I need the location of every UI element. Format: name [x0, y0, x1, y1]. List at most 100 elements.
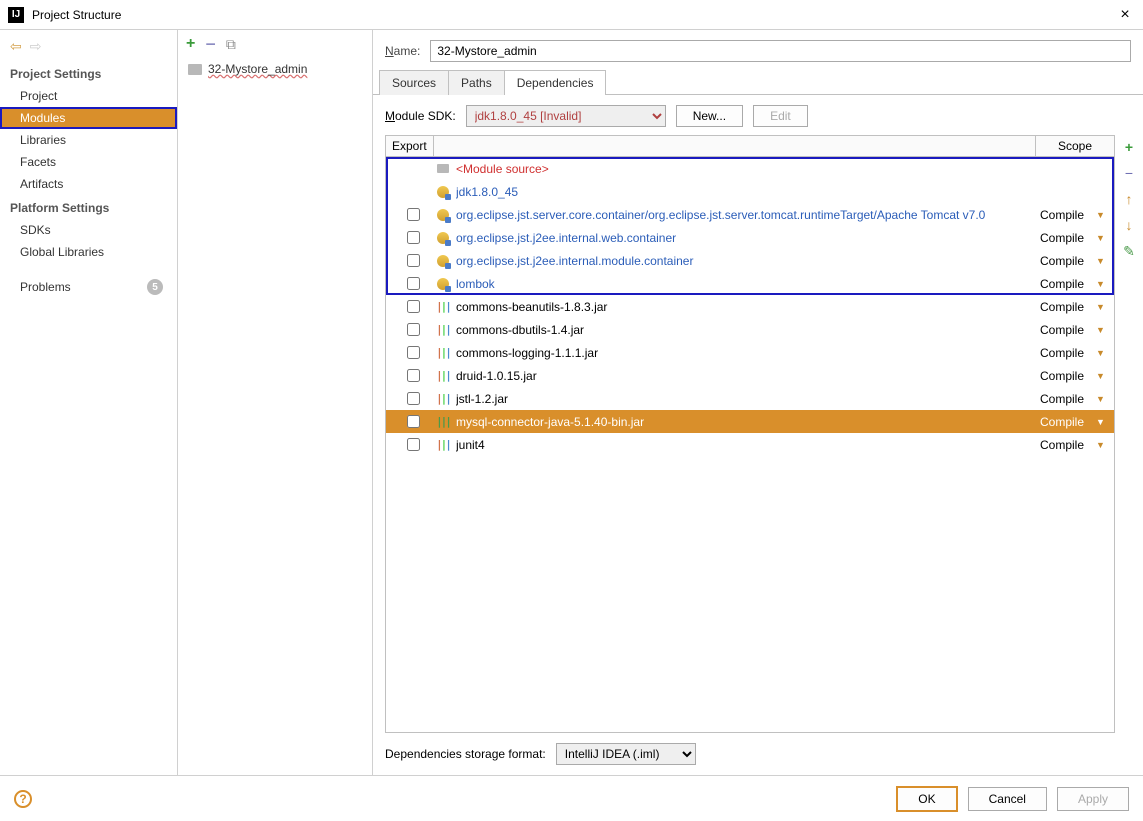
dep-row[interactable]: org.eclipse.jst.j2ee.internal.module.con…: [386, 249, 1114, 272]
edit-sdk-button: Edit: [753, 105, 808, 127]
chevron-down-icon[interactable]: ▼: [1096, 371, 1108, 381]
chevron-down-icon[interactable]: ▼: [1096, 394, 1108, 404]
move-down-icon[interactable]: ↓: [1126, 217, 1133, 233]
export-checkbox[interactable]: [392, 415, 434, 428]
dep-name: org.eclipse.jst.j2ee.internal.web.contai…: [456, 231, 1040, 245]
sidebar-item-global-libraries[interactable]: Global Libraries: [0, 241, 177, 263]
sidebar-item-problems[interactable]: Problems 5: [0, 275, 177, 299]
export-checkbox[interactable]: [392, 369, 434, 382]
dep-row[interactable]: |||commons-logging-1.1.1.jarCompile▼: [386, 341, 1114, 364]
dep-scope[interactable]: Compile: [1040, 231, 1096, 245]
chevron-down-icon[interactable]: ▼: [1096, 256, 1108, 266]
export-checkbox[interactable]: [392, 323, 434, 336]
remove-dep-icon[interactable]: −: [1125, 165, 1133, 181]
chevron-down-icon[interactable]: ▼: [1096, 348, 1108, 358]
add-module-icon[interactable]: +: [186, 35, 195, 53]
dep-scope[interactable]: Compile: [1040, 346, 1096, 360]
dep-row[interactable]: <Module source>: [386, 157, 1114, 180]
back-icon[interactable]: ⇦: [10, 38, 22, 55]
copy-module-icon[interactable]: ⧉: [226, 36, 236, 53]
dep-scope[interactable]: Compile: [1040, 369, 1096, 383]
globe-icon: [434, 278, 452, 290]
export-checkbox[interactable]: [392, 438, 434, 451]
nav-arrows: ⇦ ⇨: [0, 36, 177, 61]
add-dep-icon[interactable]: +: [1125, 139, 1133, 155]
col-name[interactable]: [434, 136, 1036, 156]
dep-row[interactable]: |||commons-beanutils-1.8.3.jarCompile▼: [386, 295, 1114, 318]
export-checkbox[interactable]: [392, 254, 434, 267]
sdk-select[interactable]: jdk1.8.0_45 [Invalid]: [466, 105, 666, 127]
chevron-down-icon[interactable]: ▼: [1096, 325, 1108, 335]
chevron-down-icon[interactable]: ▼: [1096, 210, 1108, 220]
export-checkbox[interactable]: [392, 392, 434, 405]
sidebar-item-libraries[interactable]: Libraries: [0, 129, 177, 151]
sdk-label: Module SDK:: [385, 109, 456, 123]
name-label: Name:: [385, 44, 420, 58]
dep-scope[interactable]: Compile: [1040, 438, 1096, 452]
dep-name: org.eclipse.jst.server.core.container/or…: [456, 208, 1040, 222]
remove-module-icon[interactable]: −: [205, 34, 216, 55]
dep-row[interactable]: ||| commons-dbutils-1.4.jarCompile▼: [386, 318, 1114, 341]
export-checkbox[interactable]: [392, 208, 434, 221]
sidebar-item-label: Problems: [20, 280, 71, 294]
dep-scope[interactable]: Compile: [1040, 415, 1096, 429]
module-toolbar: + − ⧉: [178, 30, 372, 58]
module-list-pane: + − ⧉ 32-Mystore_admin: [178, 30, 373, 775]
col-scope[interactable]: Scope: [1036, 136, 1114, 156]
deps-body[interactable]: <Module source> jdk1.8.0_45 org.eclipse.js…: [385, 157, 1115, 733]
export-checkbox[interactable]: [392, 277, 434, 290]
dep-scope[interactable]: Compile: [1040, 277, 1096, 291]
name-input[interactable]: [430, 40, 1131, 62]
dep-row[interactable]: |||junit4Compile▼: [386, 433, 1114, 456]
sidebar-item-facets[interactable]: Facets: [0, 151, 177, 173]
help-icon[interactable]: ?: [14, 790, 32, 808]
dep-row[interactable]: lombokCompile▼: [386, 272, 1114, 295]
module-item[interactable]: 32-Mystore_admin: [178, 58, 372, 80]
sidebar-item-project[interactable]: Project: [0, 85, 177, 107]
export-checkbox[interactable]: [392, 346, 434, 359]
dep-scope[interactable]: Compile: [1040, 300, 1096, 314]
dep-scope[interactable]: Compile: [1040, 254, 1096, 268]
dep-name: <Module source>: [456, 162, 1040, 176]
dep-scope[interactable]: Compile: [1040, 208, 1096, 222]
chevron-down-icon[interactable]: ▼: [1096, 279, 1108, 289]
sidebar-item-artifacts[interactable]: Artifacts: [0, 173, 177, 195]
dep-name: junit4: [456, 438, 1040, 452]
library-icon: |||: [434, 323, 452, 336]
chevron-down-icon[interactable]: ▼: [1096, 440, 1108, 450]
cancel-button[interactable]: Cancel: [968, 787, 1047, 811]
dep-row[interactable]: jdk1.8.0_45: [386, 180, 1114, 203]
dep-row[interactable]: |||jstl-1.2.jarCompile▼: [386, 387, 1114, 410]
tab-dependencies[interactable]: Dependencies: [504, 70, 607, 95]
export-checkbox[interactable]: [392, 231, 434, 244]
chevron-down-icon[interactable]: ▼: [1096, 302, 1108, 312]
dep-row[interactable]: |||mysql-connector-java-5.1.40-bin.jarCo…: [386, 410, 1114, 433]
main: ⇦ ⇨ Project Settings Project Modules Lib…: [0, 30, 1143, 775]
ok-button[interactable]: OK: [896, 786, 957, 812]
sidebar-item-sdks[interactable]: SDKs: [0, 219, 177, 241]
name-row: Name:: [373, 30, 1143, 70]
library-icon: |||: [434, 300, 452, 313]
chevron-down-icon[interactable]: ▼: [1096, 417, 1108, 427]
dep-row[interactable]: org.eclipse.jst.j2ee.internal.web.contai…: [386, 226, 1114, 249]
tabs: Sources Paths Dependencies: [373, 70, 1143, 95]
tab-sources[interactable]: Sources: [379, 70, 448, 95]
tab-paths[interactable]: Paths: [448, 70, 504, 95]
dep-scope[interactable]: Compile: [1040, 323, 1096, 337]
close-icon[interactable]: ×: [1115, 6, 1135, 24]
dep-scope[interactable]: Compile: [1040, 392, 1096, 406]
export-checkbox[interactable]: [392, 300, 434, 313]
dep-row[interactable]: org.eclipse.jst.server.core.container/or…: [386, 203, 1114, 226]
sdk-row: Module SDK: jdk1.8.0_45 [Invalid] New...…: [373, 95, 1143, 135]
dep-name: commons-dbutils-1.4.jar: [456, 323, 1040, 337]
storage-select[interactable]: IntelliJ IDEA (.iml): [556, 743, 696, 765]
chevron-down-icon[interactable]: ▼: [1096, 233, 1108, 243]
new-sdk-button[interactable]: New...: [676, 105, 743, 127]
forward-icon[interactable]: ⇨: [30, 38, 42, 55]
move-up-icon[interactable]: ↑: [1126, 191, 1133, 207]
col-export[interactable]: Export: [386, 136, 434, 156]
module-item-label: 32-Mystore_admin: [208, 62, 307, 76]
sidebar-item-modules[interactable]: Modules: [0, 107, 177, 129]
edit-dep-icon[interactable]: ✎: [1123, 243, 1135, 260]
dep-row[interactable]: |||druid-1.0.15.jarCompile▼: [386, 364, 1114, 387]
